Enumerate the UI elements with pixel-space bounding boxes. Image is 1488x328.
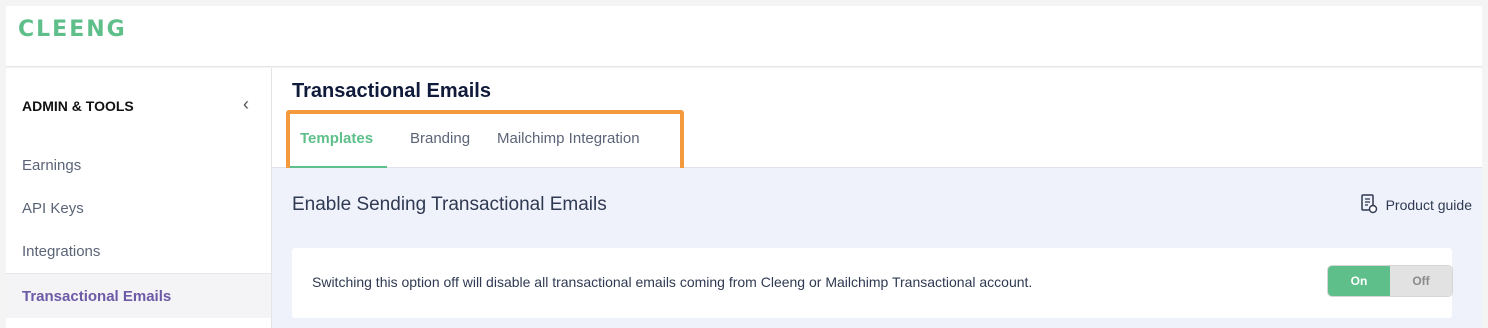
section-title: Enable Sending Transactional Emails xyxy=(292,194,607,215)
sidebar-item-integrations[interactable]: Integrations xyxy=(6,232,271,272)
cleeng-logo[interactable]: CLEENG xyxy=(18,17,127,42)
toggle-on-option[interactable]: On xyxy=(1328,266,1390,296)
sidebar: ADMIN & TOOLS ‹ Earnings API Keys Integr… xyxy=(6,68,272,328)
product-guide-link[interactable]: Product guide xyxy=(1360,193,1472,217)
sidebar-title: ADMIN & TOOLS xyxy=(22,98,134,114)
page-title: Transactional Emails xyxy=(292,80,491,102)
main-header: Transactional Emails Templates Branding … xyxy=(272,68,1482,186)
sidebar-item-transactional-emails[interactable]: Transactional Emails xyxy=(6,273,271,318)
chevron-left-icon[interactable]: ‹ xyxy=(238,94,254,114)
on-off-toggle[interactable]: On Off xyxy=(1328,266,1452,296)
sidebar-item-earnings[interactable]: Earnings xyxy=(6,146,271,186)
tab-templates[interactable]: Templates xyxy=(286,124,388,168)
tab-mailchimp-integration[interactable]: Mailchimp Integration xyxy=(497,124,640,166)
main-panel: Transactional Emails Templates Branding … xyxy=(272,68,1482,328)
sidebar-item-api-keys[interactable]: API Keys xyxy=(6,189,271,229)
top-header: CLEENG xyxy=(6,6,1482,67)
content-area: Enable Sending Transactional Emails Prod… xyxy=(272,168,1482,328)
setting-card: Switching this option off will disable a… xyxy=(292,248,1452,318)
setting-description: Switching this option off will disable a… xyxy=(312,274,1033,290)
tab-branding[interactable]: Branding xyxy=(410,124,470,166)
product-guide-label: Product guide xyxy=(1385,197,1472,213)
toggle-off-option[interactable]: Off xyxy=(1390,266,1452,296)
document-guide-icon xyxy=(1360,193,1378,217)
